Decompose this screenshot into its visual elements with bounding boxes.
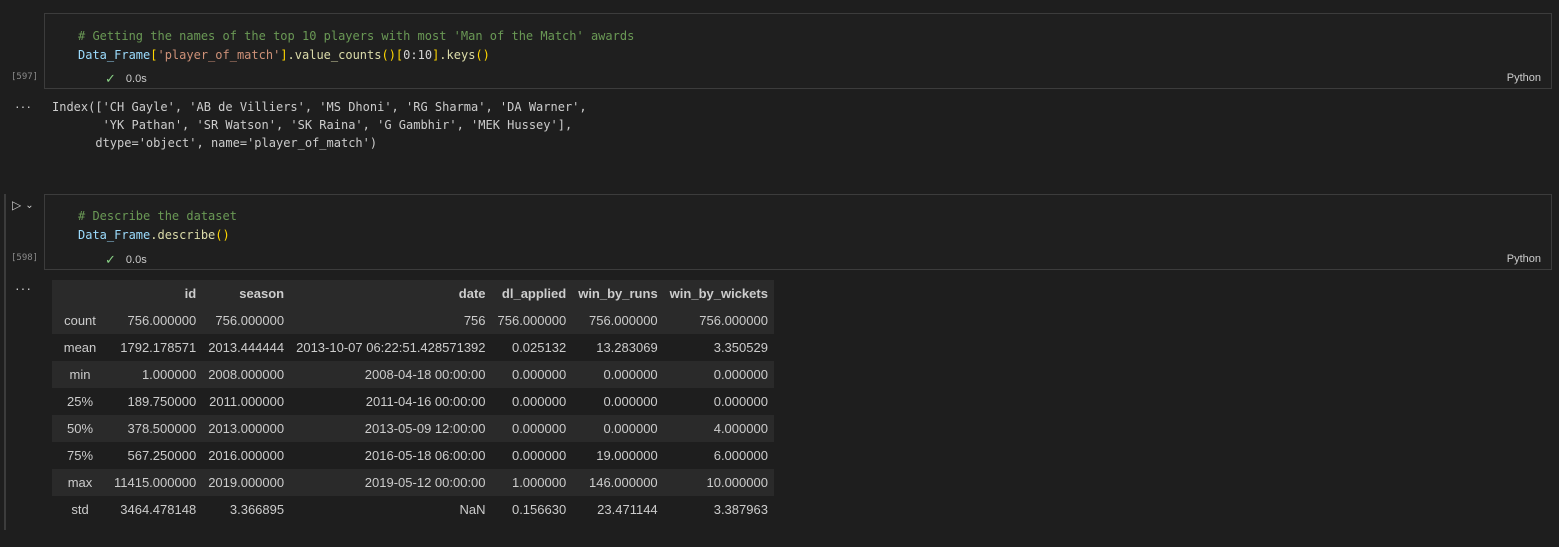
execution-count: [598]: [11, 253, 39, 263]
table-cell: 6.000000: [713, 448, 768, 463]
table-cell: 3.387963: [713, 502, 768, 517]
execution-time: 0.0s: [125, 254, 147, 266]
table-cell: 0.156630: [511, 502, 567, 517]
table-cell: 2019-05-12 00:00:00: [364, 475, 486, 490]
table-cell: 146.000000: [588, 475, 658, 490]
table-cell: 10.000000: [706, 475, 768, 490]
column-header: id: [108, 280, 203, 307]
table-cell: 1792.178571: [120, 340, 197, 355]
table-cell: 3464.478148: [120, 502, 197, 517]
table-header-row: id season date dl_applied win_by_runs wi…: [52, 280, 774, 307]
table-cell: 0.000000: [511, 367, 567, 382]
row-index-label: min: [69, 367, 91, 382]
table-row: 50% 378.500000 2013.000000 2013-05-09 12:00…: [52, 415, 774, 442]
table-cell: NaN: [459, 502, 486, 517]
table-row: 25% 189.750000 2011.000000 2011-04-16 00:00…: [52, 388, 774, 415]
table-cell: 189.750000: [127, 394, 197, 409]
table-cell: 2016-05-18 06:00:00: [364, 448, 486, 463]
table-cell: 2013-10-07 06:22:51.428571392: [296, 340, 486, 355]
execution-count: [597]: [11, 72, 39, 82]
table-cell: 23.471144: [597, 502, 658, 517]
table-cell: 756.000000: [497, 313, 567, 328]
language-label[interactable]: Python: [1507, 253, 1541, 265]
table-cell: 2011.000000: [209, 394, 285, 409]
table-cell: 4.000000: [713, 421, 768, 436]
row-index-label: 75%: [66, 448, 94, 463]
table-row: count 756.000000 756.000000 756 756.000000 75…: [52, 307, 774, 334]
table-cell: 2013.444444: [208, 340, 285, 355]
table-cell: 756.000000: [127, 313, 197, 328]
table-cell: 2013-05-09 12:00:00: [364, 421, 486, 436]
code-line-comment: # Getting the names of the top 10 player…: [78, 29, 635, 43]
table-cell: 2016.000000: [208, 448, 285, 463]
run-cell-button[interactable]: ▷ ⌄: [12, 198, 34, 212]
table-cell: 3.366895: [229, 502, 285, 517]
table-cell: 756.000000: [699, 313, 768, 328]
check-icon: ✓: [105, 252, 116, 267]
table-cell: 2008.000000: [208, 367, 285, 382]
code-line-expression: Data_Frame['player_of_match'].value_coun…: [78, 48, 490, 62]
table-row: mean 1792.178571 2013.444444 2013-10-07 06:…: [52, 334, 774, 361]
output-line: Index(['CH Gayle', 'AB de Villiers', 'MS…: [52, 100, 587, 114]
cell-output-text: Index(['CH Gayle', 'AB de Villiers', 'MS…: [52, 98, 587, 152]
language-label[interactable]: Python: [1507, 72, 1541, 84]
check-icon: ✓: [105, 71, 116, 86]
cell-focus-bar: [4, 194, 6, 530]
table-cell: 756.000000: [588, 313, 658, 328]
table-cell: 2008-04-18 00:00:00: [364, 367, 486, 382]
row-index-label: max: [67, 475, 93, 490]
table-cell: 378.500000: [127, 421, 197, 436]
code-cell-1[interactable]: # Getting the names of the top 10 player…: [44, 13, 1552, 89]
table-cell: 2011-04-16 00:00:00: [365, 394, 486, 409]
table-cell: 0.000000: [511, 448, 567, 463]
table-row: min 1.000000 2008.000000 2008-04-18 00:00:0…: [52, 361, 774, 388]
code-cell-2[interactable]: # Describe the dataset Data_Frame.descri…: [44, 194, 1552, 270]
row-index-label: 25%: [66, 394, 94, 409]
row-index-label: 50%: [66, 421, 94, 436]
table-cell: 2019.000000: [208, 475, 285, 490]
column-header: dl_applied: [491, 280, 573, 307]
chevron-down-icon[interactable]: ⌄: [25, 200, 33, 211]
row-index-label: mean: [63, 340, 97, 355]
table-cell: 2013.000000: [208, 421, 285, 436]
execution-time: 0.0s: [125, 73, 147, 85]
table-row: 75% 567.250000 2016.000000 2016-05-18 06:00…: [52, 442, 774, 469]
table-cell: 567.250000: [127, 448, 197, 463]
column-header: season: [202, 280, 291, 307]
column-header: date: [290, 280, 492, 307]
code-line-comment: # Describe the dataset: [78, 209, 237, 223]
table-cell: 11415.000000: [114, 475, 197, 490]
table-cell: 0.000000: [713, 367, 768, 382]
output-line: dtype='object', name='player_of_match'): [52, 136, 378, 150]
run-icon[interactable]: ▷: [12, 198, 21, 212]
describe-table: id season date dl_applied win_by_runs wi…: [52, 280, 774, 523]
code-line-expression: Data_Frame.describe(): [78, 228, 230, 242]
table-cell: 0.000000: [603, 394, 658, 409]
table-cell: 0.000000: [713, 394, 768, 409]
row-index-label: count: [64, 313, 96, 328]
column-header: win_by_wickets: [663, 280, 774, 307]
table-cell: 13.283069: [596, 340, 658, 355]
row-index-label: std: [71, 502, 89, 517]
table-cell: 0.000000: [511, 394, 567, 409]
table-cell: 1.000000: [141, 367, 197, 382]
table-cell: 19.000000: [596, 448, 658, 463]
table-cell: 756.000000: [215, 313, 285, 328]
column-header: win_by_runs: [572, 280, 664, 307]
output-more-icon[interactable]: ···: [15, 280, 32, 296]
table-cell: 0.000000: [603, 367, 658, 382]
cell-status: ✓ 0.0s: [105, 252, 147, 268]
cell-status: ✓ 0.0s: [105, 71, 147, 87]
index-header: [52, 280, 108, 307]
table-cell: 756: [463, 313, 486, 328]
output-line: 'YK Pathan', 'SR Watson', 'SK Raina', 'G…: [52, 118, 573, 132]
table-cell: 3.350529: [713, 340, 768, 355]
output-more-icon[interactable]: ···: [15, 98, 32, 114]
table-row: max 11415.000000 2019.000000 2019-05-12 00:…: [52, 469, 774, 496]
table-cell: 0.000000: [603, 421, 658, 436]
table-cell: 1.000000: [511, 475, 567, 490]
table-row: std 3464.478148 3.366895 NaN 0.156630 23.4711…: [52, 496, 774, 523]
table-cell: 0.000000: [511, 421, 567, 436]
table-cell: 0.025132: [511, 340, 567, 355]
